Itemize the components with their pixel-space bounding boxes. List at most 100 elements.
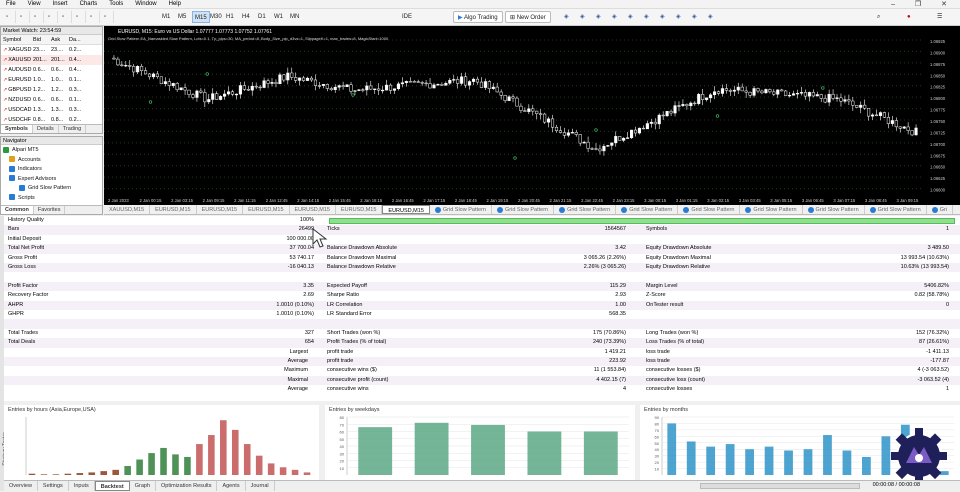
chart-bars-icon[interactable]: ◈ [562, 11, 574, 23]
y-tick-label: 70 [340, 422, 345, 427]
mw-col-da[interactable]: Da... [69, 35, 89, 44]
price-chart[interactable]: EURUSD, M15: Euro vs US Dollar 1.07777 1… [104, 26, 960, 205]
menu-tools[interactable]: Tools [103, 0, 129, 9]
chart-tab[interactable]: Grid Slow Pattern [616, 205, 679, 214]
new-chart-icon[interactable]: ▫ [4, 11, 16, 23]
tab-journal[interactable]: Journal [246, 481, 275, 491]
nav-item-scripts[interactable]: Scripts [3, 194, 100, 204]
chart-tab[interactable]: EURUSD,M15 [382, 205, 430, 214]
chart-tab[interactable]: EURUSD,M15 [243, 205, 290, 214]
algo-trading-button[interactable]: ▶ Algo Trading [453, 11, 503, 23]
text-icon[interactable]: ▫ [88, 11, 100, 23]
menu-view[interactable]: View [22, 0, 47, 9]
templates-icon[interactable]: ◈ [706, 11, 718, 23]
menu-file[interactable]: File [0, 0, 22, 9]
market-watch-row[interactable]: ↗XAGUSD 23.... 23.... 0.2... [1, 45, 102, 55]
chart-tab[interactable]: Gri [927, 205, 954, 214]
line-chart-icon[interactable]: ◈ [594, 11, 606, 23]
mw-col-ask[interactable]: Ask [51, 35, 69, 44]
grid-icon[interactable]: ◈ [642, 11, 654, 23]
market-watch-row[interactable]: ↗AUDUSD 0.6... 0.6... 0.4... [1, 65, 102, 75]
timeframe-mn[interactable]: MN [288, 11, 301, 23]
ide-button[interactable]: IDE [400, 11, 414, 23]
crosshair-icon[interactable]: ▫ [46, 11, 58, 23]
candle-body [120, 64, 124, 66]
chart-tab[interactable]: Grid Slow Pattern [554, 205, 617, 214]
market-watch-row[interactable]: ↗GBPUSD 1.2... 1.2... 0.3... [1, 85, 102, 95]
mw-col-bid[interactable]: Bid [33, 35, 51, 44]
candle-body [286, 72, 290, 81]
nav-item-grid-slow-pattern[interactable]: Grid Slow Pattern [3, 184, 100, 194]
nav-item-expert-advisors[interactable]: Expert Advisors [3, 175, 100, 185]
zoom-in-icon[interactable]: ◈ [610, 11, 622, 23]
channel-icon[interactable]: ▫ [74, 11, 86, 23]
mw-col-symbol[interactable]: Symbol [3, 35, 33, 44]
zoom-out-icon[interactable]: ◈ [626, 11, 638, 23]
chart-tab[interactable]: EURUSD,M15 [336, 205, 383, 214]
notification-icon[interactable]: ● [905, 11, 913, 23]
tab-overview[interactable]: Overview [4, 481, 38, 491]
report-value: 2.93 [615, 292, 626, 299]
chart-tab[interactable]: EURUSD,M15 [290, 205, 336, 214]
tab-favorites[interactable]: Favorites [34, 206, 66, 214]
new-order-button[interactable]: ⊞ New Order [505, 11, 551, 23]
menu-insert[interactable]: Insert [47, 0, 74, 9]
candles-icon[interactable]: ◈ [578, 11, 590, 23]
autoscroll-icon[interactable]: ◈ [658, 11, 670, 23]
tab-agents[interactable]: Agents [217, 481, 246, 491]
chart-tab[interactable]: Grid Slow Pattern [803, 205, 865, 214]
account-icon[interactable]: ☰ [935, 11, 944, 23]
tab-backtest[interactable]: Backtest [94, 481, 130, 491]
tab-label: Agents [222, 483, 240, 489]
shapes-icon[interactable]: ▫ [102, 11, 114, 23]
tab-settings[interactable]: Settings [38, 481, 69, 491]
indicators-icon[interactable]: ◈ [690, 11, 702, 23]
chart-tab[interactable]: XAUUSD,M15 [104, 205, 151, 214]
tab-graph[interactable]: Graph [130, 481, 157, 491]
report-value: 1 [945, 226, 949, 233]
timeframe-m30[interactable]: M30 [208, 11, 224, 23]
timeframe-h1[interactable]: H1 [224, 11, 236, 23]
timeframe-m1[interactable]: M1 [160, 11, 172, 23]
chart-tab[interactable]: EURUSD,M15 [150, 205, 197, 214]
nav-item-accounts[interactable]: Accounts [3, 156, 100, 166]
symbol-name: XAUUSD [8, 57, 32, 63]
window-controls[interactable]: – ❐ ✕ [891, 0, 956, 9]
tab-details[interactable]: Details [33, 125, 59, 133]
market-watch-row[interactable]: ↗XAUUSD 201... 201... 0.4... [1, 55, 102, 65]
menu-help[interactable]: Help [163, 0, 187, 9]
market-watch-row[interactable]: ↗NZDUSD 0.6... 0.6... 0.1... [1, 95, 102, 105]
chart-tab[interactable]: Grid Slow Pattern [492, 205, 555, 214]
chart-tab[interactable]: EURUSD,M15 [197, 205, 244, 214]
timeframe-m5[interactable]: M5 [176, 11, 188, 23]
zoom-icon[interactable]: ▫ [32, 11, 44, 23]
shift-icon[interactable]: ◈ [674, 11, 686, 23]
market-watch-row[interactable]: ↗EURUSD 1.0... 1.0... 0.1... [1, 75, 102, 85]
menu-charts[interactable]: Charts [74, 0, 104, 9]
chart-tab[interactable]: Grid Slow Pattern [430, 205, 492, 214]
candlestick-chart[interactable]: EURUSD, M15: Euro vs US Dollar 1.07777 1… [104, 26, 960, 205]
timeframe-w1[interactable]: W1 [272, 11, 285, 23]
report-row: Largest profit trade 1 419.21 loss trade -1 … [4, 348, 960, 357]
chart-tab[interactable]: Grid Slow Pattern [865, 205, 927, 214]
report-label: Z-Score [646, 292, 666, 299]
tab-trading[interactable]: Trading [59, 125, 87, 133]
market-watch-row[interactable]: ↗USDCAD 1.3... 1.3... 0.3... [1, 105, 102, 115]
nav-item-alpari-mt5[interactable]: Alpari MT5 [3, 146, 100, 156]
timeframe-h4[interactable]: H4 [240, 11, 252, 23]
report-row: Maximum consecutive wins ($) 11 (1 553.84)… [4, 366, 960, 375]
tab-inputs[interactable]: Inputs [69, 481, 95, 491]
tab-common[interactable]: Common [1, 206, 34, 214]
line-icon[interactable]: ▫ [60, 11, 72, 23]
tab-symbols[interactable]: Symbols [1, 125, 33, 133]
tab-optimization-results[interactable]: Optimization Results [156, 481, 218, 491]
chart-tab[interactable]: Grid Slow Pattern [740, 205, 803, 214]
chart-tab[interactable]: Grid Slow Pattern [678, 205, 741, 214]
menu-window[interactable]: Window [129, 0, 162, 9]
search-icon[interactable]: ⌕ [875, 11, 882, 23]
profiles-icon[interactable]: ▫ [18, 11, 30, 23]
report-row: Gross Profit 53 740.17 Balance Drawdown Ma… [4, 254, 960, 263]
nav-item-indicators[interactable]: Indicators [3, 165, 100, 175]
timeframe-d1[interactable]: D1 [256, 11, 268, 23]
candle-body [768, 89, 772, 93]
